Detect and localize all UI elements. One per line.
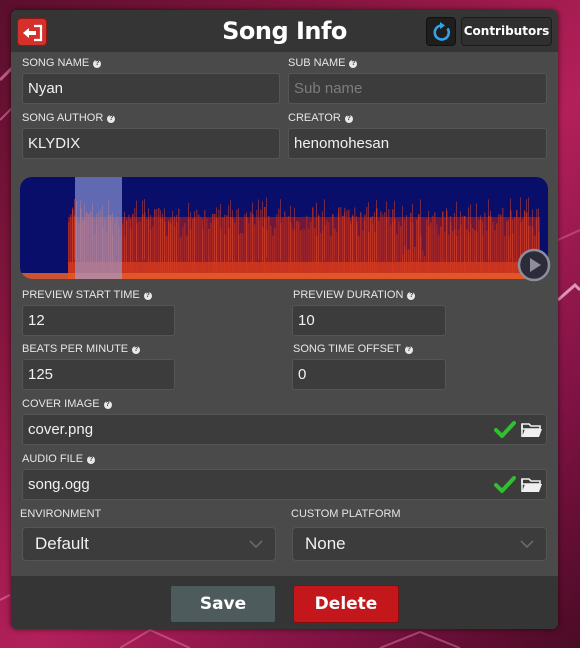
time-offset-label: SONG TIME OFFSET? <box>293 343 413 355</box>
sub-name-label: SUB NAME? <box>288 57 358 69</box>
exit-icon <box>23 24 43 42</box>
song-author-label: SONG AUTHOR? <box>22 112 116 124</box>
creator-label: CREATOR? <box>288 112 353 124</box>
song-author-input[interactable]: KLYDIX <box>22 128 280 159</box>
dialog-footer <box>11 576 558 629</box>
help-icon[interactable]: ? <box>132 346 141 354</box>
environment-selected: Default <box>35 534 89 553</box>
preview-start-input[interactable]: 12 <box>22 305 175 336</box>
audio-spectrogram[interactable] <box>20 177 548 279</box>
help-icon[interactable]: ? <box>93 60 102 68</box>
contributors-button[interactable]: Contributors <box>461 17 552 46</box>
help-icon[interactable]: ? <box>407 292 416 300</box>
time-offset-input[interactable]: 0 <box>292 359 446 390</box>
environment-dropdown[interactable]: Default <box>22 527 276 561</box>
help-icon[interactable]: ? <box>87 456 96 464</box>
help-icon[interactable]: ? <box>103 401 112 409</box>
check-icon <box>494 421 516 438</box>
cover-image-label: COVER IMAGE? <box>22 398 112 410</box>
refresh-icon <box>433 22 451 41</box>
check-icon <box>494 476 516 493</box>
chevron-down-icon <box>520 540 534 549</box>
bpm-label: BEATS PER MINUTE? <box>22 343 141 355</box>
preview-start-label: PREVIEW START TIME? <box>22 289 152 301</box>
refresh-button[interactable] <box>426 17 456 46</box>
spectrogram-graphic <box>20 177 548 279</box>
help-icon[interactable]: ? <box>404 346 413 354</box>
folder-icon[interactable] <box>521 421 543 439</box>
custom-platform-label: CUSTOM PLATFORM <box>291 508 401 520</box>
cover-image-input[interactable]: cover.png <box>22 414 547 445</box>
custom-platform-selected: None <box>305 534 346 553</box>
save-button[interactable]: Save <box>170 585 276 623</box>
preview-duration-label: PREVIEW DURATION? <box>293 289 416 301</box>
play-preview-button[interactable] <box>517 248 551 282</box>
song-name-input[interactable]: Nyan <box>22 73 280 104</box>
environment-label: ENVIRONMENT <box>20 508 102 520</box>
custom-platform-dropdown[interactable]: None <box>292 527 547 561</box>
folder-icon[interactable] <box>521 476 543 494</box>
exit-button[interactable] <box>17 18 47 46</box>
chevron-down-icon <box>249 540 263 549</box>
preview-duration-input[interactable]: 10 <box>292 305 446 336</box>
audio-file-label: AUDIO FILE? <box>22 453 96 465</box>
audio-file-input[interactable]: song.ogg <box>22 469 547 500</box>
help-icon[interactable]: ? <box>143 292 152 300</box>
creator-input[interactable]: henomohesan <box>288 128 547 159</box>
bpm-input[interactable]: 125 <box>22 359 175 390</box>
song-name-label: SONG NAME? <box>22 57 102 69</box>
sub-name-input[interactable]: Sub name <box>288 73 547 104</box>
delete-button[interactable]: Delete <box>293 585 399 623</box>
help-icon[interactable]: ? <box>349 60 358 68</box>
help-icon[interactable]: ? <box>344 115 353 123</box>
help-icon[interactable]: ? <box>107 115 116 123</box>
song-info-dialog: Song Info Contributors SONG NAME? Nyan S… <box>11 10 558 629</box>
